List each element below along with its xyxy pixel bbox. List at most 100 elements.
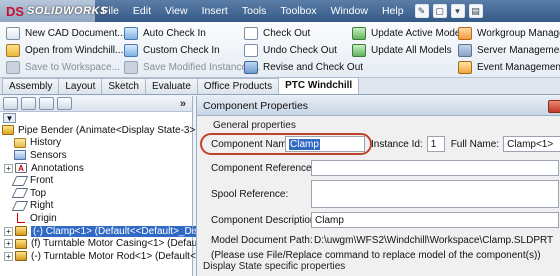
ribbon-group-management: Workgroup Manager... Server Management..… — [458, 25, 560, 76]
menu-tools[interactable]: Tools — [235, 5, 274, 17]
auto-check-in-button[interactable]: Auto Check In — [124, 25, 260, 42]
menu-toolbox[interactable]: Toolbox — [273, 5, 323, 17]
tab-evaluate[interactable]: Evaluate — [144, 78, 198, 94]
new-cad-document-button[interactable]: New CAD Document... — [6, 25, 126, 42]
tree-item-front-plane[interactable]: Front — [2, 174, 192, 187]
component-reference-field[interactable] — [311, 160, 559, 176]
sensor-icon — [14, 150, 26, 161]
button-label: Custom Check In — [143, 45, 220, 56]
model-document-path-value: D:\uwgm\WFS2\Windchill\Workspace\Clamp.S… — [314, 234, 554, 246]
tree-item-top-plane[interactable]: Top — [2, 187, 192, 200]
button-label: Save to Workspace... — [25, 62, 120, 73]
menu-edit[interactable]: Edit — [126, 5, 158, 17]
property-manager-icon[interactable] — [21, 97, 36, 110]
tree-item-label: Annotations — [31, 162, 84, 174]
menu-insert[interactable]: Insert — [195, 5, 235, 17]
windchill-ribbon: New CAD Document... Open from Windchill.… — [0, 22, 560, 78]
workgroup-icon — [458, 27, 472, 40]
tab-layout[interactable]: Layout — [58, 78, 103, 94]
open-icon[interactable]: ▤ — [468, 4, 483, 18]
button-label: Check Out — [263, 28, 311, 39]
update-all-models-button[interactable]: Update All Models — [352, 42, 463, 59]
collapse-panel-icon[interactable]: » — [180, 98, 186, 110]
tree-item-annotations[interactable]: + A Annotations — [2, 162, 192, 175]
instance-id-label: Instance Id: — [371, 138, 423, 150]
annotation-icon: A — [15, 163, 27, 174]
tree-item-turntable-motor-casing[interactable]: + (f) Turntable Motor Casing<1> (Default — [2, 237, 202, 250]
menu-bar: File Edit View Insert Tools Toolbox Wind… — [95, 0, 411, 22]
feature-manager-icon[interactable] — [3, 97, 18, 110]
menu-window[interactable]: Window — [324, 5, 375, 17]
tree-item-clamp[interactable]: + (-) Clamp<1> (Default<<Default>_Disp — [2, 225, 207, 238]
expand-icon[interactable]: + — [4, 163, 13, 173]
instance-id-field[interactable]: 1 — [426, 136, 445, 152]
pin-icon[interactable]: ✎ — [414, 4, 429, 18]
button-label: Save Modified Instances... — [143, 62, 261, 73]
tree-root[interactable]: Pipe Bender (Animate<Display State-3>) — [2, 124, 199, 137]
tab-sketch[interactable]: Sketch — [101, 78, 146, 94]
full-name-field[interactable]: Clamp<1> — [503, 136, 560, 152]
tree-item-label: (f) Turntable Motor Casing<1> (Default — [31, 238, 203, 250]
check-out-icon — [244, 27, 258, 40]
model-document-path-label: Model Document Path: — [211, 234, 313, 246]
event-management-button[interactable]: Event Management... — [458, 59, 560, 76]
tree-item-label: Front — [30, 175, 54, 187]
plane-icon — [11, 200, 29, 211]
open-from-windchill-button[interactable]: Open from Windchill... — [6, 42, 126, 59]
button-label: Server Management... — [477, 45, 560, 56]
close-icon[interactable] — [548, 100, 560, 113]
component-description-field[interactable]: Clamp — [311, 212, 559, 228]
ribbon-group-check-in: Auto Check In Custom Check In Save Modif… — [124, 25, 260, 76]
configuration-manager-icon[interactable] — [39, 97, 54, 110]
tree-item-origin[interactable]: Origin — [2, 212, 192, 225]
component-reference-row: Component Reference: — [211, 160, 559, 176]
ribbon-group-update: Update Active Model Update All Models — [352, 25, 463, 59]
tree-item-sensors[interactable]: Sensors — [2, 149, 192, 162]
tab-ptc-windchill[interactable]: PTC Windchill — [278, 77, 360, 94]
button-label: Undo Check Out — [263, 45, 337, 56]
feature-tree: Pipe Bender (Animate<Display State-3>) H… — [0, 124, 207, 263]
replace-note: (Please use File/Replace command to repl… — [211, 250, 541, 261]
server-management-button[interactable]: Server Management... — [458, 42, 560, 59]
component-reference-label: Component Reference: — [211, 162, 315, 174]
menu-help[interactable]: Help — [375, 5, 411, 17]
filter-icon[interactable]: ▼ — [3, 113, 16, 123]
component-description-row: Component Description: Clamp — [211, 212, 559, 228]
solidworks-logo[interactable]: DS SOLIDWORKS — [0, 0, 107, 22]
tree-item-label: Right — [30, 200, 54, 212]
button-label: Workgroup Manager... — [477, 28, 560, 39]
component-properties-dialog: Component Properties General properties … — [196, 96, 560, 276]
revise-icon — [244, 61, 258, 74]
event-icon — [458, 61, 472, 74]
custom-check-in-button[interactable]: Custom Check In — [124, 42, 260, 59]
tree-item-turntable-motor-rod[interactable]: + (-) Turntable Motor Rod<1> (Default<< — [2, 250, 202, 263]
revise-and-check-out-button[interactable]: Revise and Check Out — [244, 59, 363, 76]
check-out-button[interactable]: Check Out — [244, 25, 363, 42]
expand-icon[interactable]: + — [4, 226, 13, 236]
workgroup-manager-button[interactable]: Workgroup Manager... — [458, 25, 560, 42]
menu-view[interactable]: View — [158, 5, 195, 17]
save-to-workspace-button[interactable]: Save to Workspace... — [6, 59, 126, 76]
history-folder-icon — [14, 137, 26, 148]
tree-item-label: (-) Turntable Motor Rod<1> (Default<< — [31, 250, 202, 262]
spool-reference-field[interactable] — [311, 180, 559, 208]
group-caption: General properties — [211, 120, 298, 131]
tab-office-products[interactable]: Office Products — [196, 78, 280, 94]
save-modified-instances-button[interactable]: Save Modified Instances... — [124, 59, 260, 76]
new-document-icon[interactable]: ▢ — [432, 4, 447, 18]
undo-check-out-button[interactable]: Undo Check Out — [244, 42, 363, 59]
save-instances-icon — [124, 61, 138, 74]
expand-icon[interactable]: + — [4, 251, 13, 261]
tab-assembly[interactable]: Assembly — [2, 78, 60, 94]
ribbon-group-check-out: Check Out Undo Check Out Revise and Chec… — [244, 25, 363, 76]
tree-item-right-plane[interactable]: Right — [2, 200, 192, 213]
filter-row: ▼ — [0, 112, 192, 124]
button-label: New CAD Document... — [25, 28, 126, 39]
expand-icon[interactable]: + — [4, 239, 13, 249]
dropdown-arrow-icon[interactable]: ▾ — [450, 4, 465, 18]
display-manager-icon[interactable] — [57, 97, 72, 110]
menu-file[interactable]: File — [95, 5, 126, 17]
panel-toolbar: » — [0, 96, 192, 112]
update-active-model-button[interactable]: Update Active Model — [352, 25, 463, 42]
tree-item-history[interactable]: History — [2, 137, 192, 150]
